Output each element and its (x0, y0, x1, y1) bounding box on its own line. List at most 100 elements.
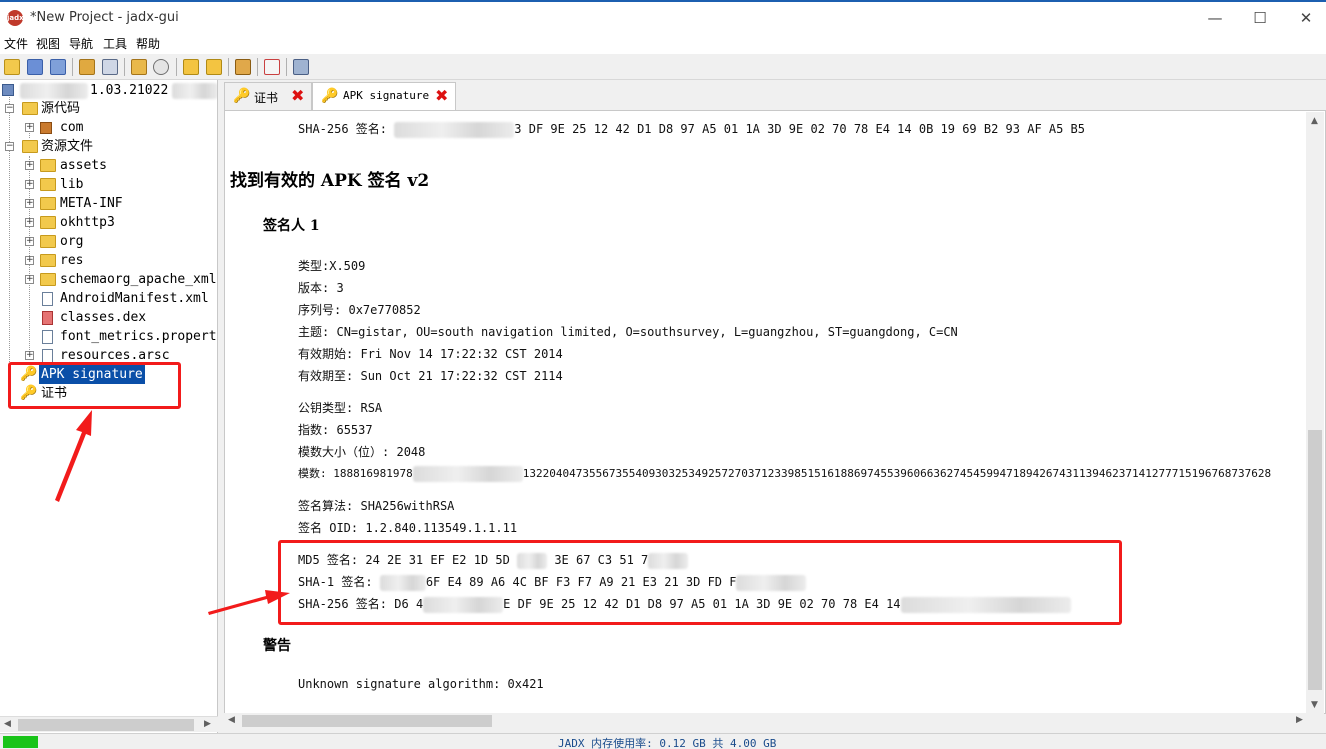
scroll-up-icon[interactable]: ▲ (1311, 116, 1318, 126)
save-all-icon[interactable] (50, 59, 66, 75)
field-value: RSA (360, 401, 383, 415)
minimize-button[interactable]: — (1200, 8, 1230, 28)
tab-label: 证书 (254, 91, 279, 105)
collapse-icon[interactable]: − (5, 142, 14, 151)
project-icon (2, 84, 14, 96)
field-value: 1.2.840.113549.1.1.11 (365, 521, 518, 535)
field-value: 3 (336, 281, 344, 295)
close-tab-icon[interactable]: ✖ (291, 86, 304, 105)
search-icon[interactable] (153, 59, 169, 75)
version-line: 版本: 3 (298, 279, 344, 296)
memory-status-text: JADX 内存使用率: 0.12 GB 共 4.00 GB (558, 737, 777, 749)
expand-icon[interactable]: + (25, 351, 34, 360)
scroll-right-icon[interactable]: ▶ (204, 719, 211, 729)
log-icon[interactable] (264, 59, 280, 75)
menu-file[interactable]: 文件 (4, 35, 28, 52)
tree-item-schemaorg[interactable]: + schemaorg_apache_xml (0, 270, 217, 289)
scroll-thumb[interactable] (18, 719, 194, 731)
tree-horizontal-scrollbar[interactable]: ◀ ▶ (0, 716, 218, 732)
content-horizontal-scrollbar[interactable]: ◀ ▶ (224, 713, 1324, 729)
field-label: 有效期始: (298, 347, 354, 361)
close-tab-icon[interactable]: ✖ (435, 86, 448, 105)
expand-icon[interactable]: + (25, 256, 34, 265)
tree-item-label: font_metrics.propert (60, 329, 217, 344)
field-value: 65537 (336, 423, 373, 437)
menu-navigate[interactable]: 导航 (69, 35, 93, 52)
window-title: *New Project - jadx-gui (30, 10, 179, 25)
expand-icon[interactable]: + (25, 199, 34, 208)
heading-v2: 找到有效的 APK 签名 v2 (230, 171, 430, 191)
pubkey-type-line: 公钥类型: RSA (298, 399, 382, 416)
xml-file-icon (42, 292, 53, 306)
field-value: 1322040473556735540930325349257270371233… (522, 467, 1272, 480)
folder-icon (40, 273, 56, 286)
scroll-right-icon[interactable]: ▶ (1296, 715, 1303, 725)
tree-item-label: org (60, 234, 84, 249)
arsc-file-icon (42, 349, 53, 363)
scroll-down-icon[interactable]: ▼ (1311, 700, 1318, 710)
annotation-box-digests (278, 540, 1122, 625)
tree-item-manifest[interactable]: AndroidManifest.xml (0, 289, 217, 308)
tree-item-lib[interactable]: + lib (0, 175, 217, 194)
tree-item-label: com (60, 120, 84, 135)
menu-bar: 文件 视图 导航 工具 帮助 (0, 34, 1326, 54)
scroll-thumb[interactable] (1308, 430, 1322, 690)
sync-icon[interactable] (79, 59, 95, 75)
scroll-left-icon[interactable]: ◀ (4, 719, 11, 729)
expand-icon[interactable]: + (25, 275, 34, 284)
close-window-button[interactable]: ✕ (1291, 8, 1321, 28)
expand-icon[interactable]: + (25, 161, 34, 170)
tab-apk-signature[interactable]: 🔑 APK signature ✖ (312, 82, 456, 110)
tree-item-meta-inf[interactable]: + META-INF (0, 194, 217, 213)
sig-alg-line: 签名算法: SHA256withRSA (298, 497, 454, 514)
content-vertical-scrollbar[interactable]: ▲ ▼ (1306, 112, 1324, 714)
field-label: 指数: (298, 423, 330, 437)
expand-icon[interactable]: + (25, 180, 34, 189)
tree-item-com[interactable]: + com (0, 118, 217, 137)
tree-item-label: schemaorg_apache_xml (60, 272, 217, 287)
field-label: 序列号: (298, 303, 342, 317)
folder-icon (22, 140, 38, 153)
field-label: 类型: (298, 259, 330, 273)
top-sha256-line: SHA-256 签名: 3 DF 9E 25 12 42 D1 D8 97 A5… (298, 120, 1085, 138)
tree-item-resources[interactable]: − 资源文件 (0, 137, 217, 156)
scroll-thumb[interactable] (242, 715, 492, 727)
tab-certificate[interactable]: 🔑 证书 ✖ (224, 82, 312, 110)
menu-help[interactable]: 帮助 (136, 35, 160, 52)
valid-from-line: 有效期始: Fri Nov 14 17:22:32 CST 2014 (298, 345, 563, 362)
tree-item-assets[interactable]: + assets (0, 156, 217, 175)
field-label: 公钥类型: (298, 401, 354, 415)
flat-packages-icon[interactable] (102, 59, 118, 75)
expand-icon[interactable]: + (25, 237, 34, 246)
scroll-left-icon[interactable]: ◀ (228, 715, 235, 725)
menu-tools[interactable]: 工具 (103, 35, 127, 52)
maximize-button[interactable]: ☐ (1245, 8, 1275, 28)
warning-heading: 警告 (263, 638, 291, 654)
collapse-icon[interactable]: − (5, 104, 14, 113)
tree-item-font-metrics[interactable]: font_metrics.propert (0, 327, 217, 346)
tree-item-label: okhttp3 (60, 215, 115, 230)
add-files-icon[interactable] (27, 59, 43, 75)
tree-item-okhttp3[interactable]: + okhttp3 (0, 213, 217, 232)
warning-text: Unknown signature algorithm: 0x421 (298, 677, 544, 691)
package-icon (40, 122, 52, 134)
field-label: 模数: (298, 467, 327, 480)
tree-item-res[interactable]: + res (0, 251, 217, 270)
valid-to-line: 有效期至: Sun Oct 21 17:22:32 CST 2114 (298, 367, 563, 384)
decompile-icon[interactable] (131, 59, 147, 75)
expand-icon[interactable]: + (25, 123, 34, 132)
export-icon[interactable] (235, 59, 251, 75)
memory-usage-bar (3, 736, 38, 748)
tree-item-sources[interactable]: − 源代码 (0, 99, 217, 118)
toolbar (0, 54, 1326, 80)
serial-line: 序列号: 0x7e770852 (298, 301, 421, 318)
forward-icon[interactable] (206, 59, 222, 75)
menu-view[interactable]: 视图 (36, 35, 60, 52)
open-icon[interactable] (4, 59, 20, 75)
back-icon[interactable] (183, 59, 199, 75)
tree-item-classes-dex[interactable]: classes.dex (0, 308, 217, 327)
exponent-line: 指数: 65537 (298, 421, 373, 438)
settings-icon[interactable] (293, 59, 309, 75)
expand-icon[interactable]: + (25, 218, 34, 227)
tree-item-org[interactable]: + org (0, 232, 217, 251)
